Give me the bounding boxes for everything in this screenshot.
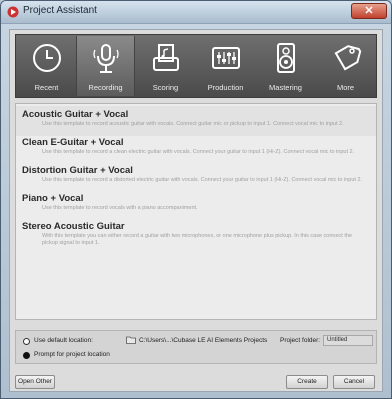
template-item[interactable]: Stereo Acoustic Guitar With this templat… bbox=[16, 218, 376, 248]
tab-mastering[interactable]: Mastering bbox=[256, 36, 315, 96]
use-default-location-radio[interactable] bbox=[23, 338, 30, 345]
prompt-location-label: Prompt for project location bbox=[34, 351, 110, 358]
category-tab-bar: Recent Recording Scoring Production Mast… bbox=[15, 34, 377, 98]
tab-recording-label: Recording bbox=[88, 83, 123, 92]
title-bar: Project Assistant ✕ bbox=[1, 1, 391, 24]
window-title: Project Assistant bbox=[23, 5, 97, 16]
template-item[interactable]: Distortion Guitar + Vocal Use this templ… bbox=[16, 162, 376, 192]
template-name: Acoustic Guitar + Vocal bbox=[22, 109, 129, 120]
cubase-app-icon bbox=[7, 6, 19, 18]
template-description: Use this template to record vocals with … bbox=[42, 205, 198, 211]
microphone-icon bbox=[92, 44, 119, 73]
tab-more[interactable]: More bbox=[316, 36, 375, 96]
template-item[interactable]: Piano + Vocal Use this template to recor… bbox=[16, 190, 376, 220]
tab-production[interactable]: Production bbox=[196, 36, 255, 96]
tab-recording[interactable]: Recording bbox=[76, 36, 135, 96]
tag-icon bbox=[334, 45, 361, 71]
project-folder-field[interactable]: Untitled bbox=[323, 335, 373, 346]
tab-mastering-label: Mastering bbox=[269, 83, 302, 92]
template-description: Use this template to record a distorted … bbox=[42, 177, 363, 183]
project-location-path[interactable]: C:\Users\...\Cubase LE AI Elements Proje… bbox=[139, 337, 267, 344]
open-other-button[interactable]: Open Other bbox=[15, 375, 55, 389]
score-printer-icon bbox=[152, 44, 179, 71]
folder-icon bbox=[126, 336, 136, 344]
tab-scoring[interactable]: Scoring bbox=[136, 36, 195, 96]
template-name: Distortion Guitar + Vocal bbox=[22, 165, 133, 176]
mixer-faders-icon bbox=[211, 47, 240, 69]
use-default-location-label: Use default location: bbox=[34, 337, 93, 344]
cancel-button[interactable]: Cancel bbox=[333, 375, 375, 389]
tab-recent[interactable]: Recent bbox=[17, 36, 76, 96]
clock-icon bbox=[32, 44, 61, 72]
template-item[interactable]: Acoustic Guitar + Vocal Use this templat… bbox=[16, 106, 376, 136]
template-item[interactable]: Clean E-Guitar + Vocal Use this template… bbox=[16, 134, 376, 164]
tab-production-label: Production bbox=[207, 83, 244, 92]
assistant-frame: Recent Recording Scoring Production Mast… bbox=[9, 29, 383, 392]
project-assistant-window: Project Assistant ✕ Recent Recording Sco… bbox=[0, 0, 392, 399]
tab-recent-label: Recent bbox=[34, 83, 59, 92]
template-name: Stereo Acoustic Guitar bbox=[22, 221, 125, 232]
template-list: Acoustic Guitar + Vocal Use this templat… bbox=[15, 103, 377, 320]
tab-scoring-label: Scoring bbox=[152, 83, 179, 92]
template-description: Use this template to record acoustic gui… bbox=[42, 121, 344, 127]
template-description: With this template you can either record… bbox=[42, 233, 352, 246]
close-button[interactable]: ✕ bbox=[351, 3, 387, 19]
template-name: Piano + Vocal bbox=[22, 193, 84, 204]
template-description: Use this template to record a clean elec… bbox=[42, 149, 355, 155]
template-name: Clean E-Guitar + Vocal bbox=[22, 137, 124, 148]
location-options: Use default location: C:\Users\...\Cubas… bbox=[15, 330, 377, 364]
speaker-icon bbox=[276, 43, 295, 73]
tab-more-label: More bbox=[336, 83, 355, 92]
create-button[interactable]: Create bbox=[286, 375, 328, 389]
project-folder-label: Project folder: bbox=[280, 337, 321, 344]
prompt-location-radio[interactable] bbox=[23, 352, 30, 359]
